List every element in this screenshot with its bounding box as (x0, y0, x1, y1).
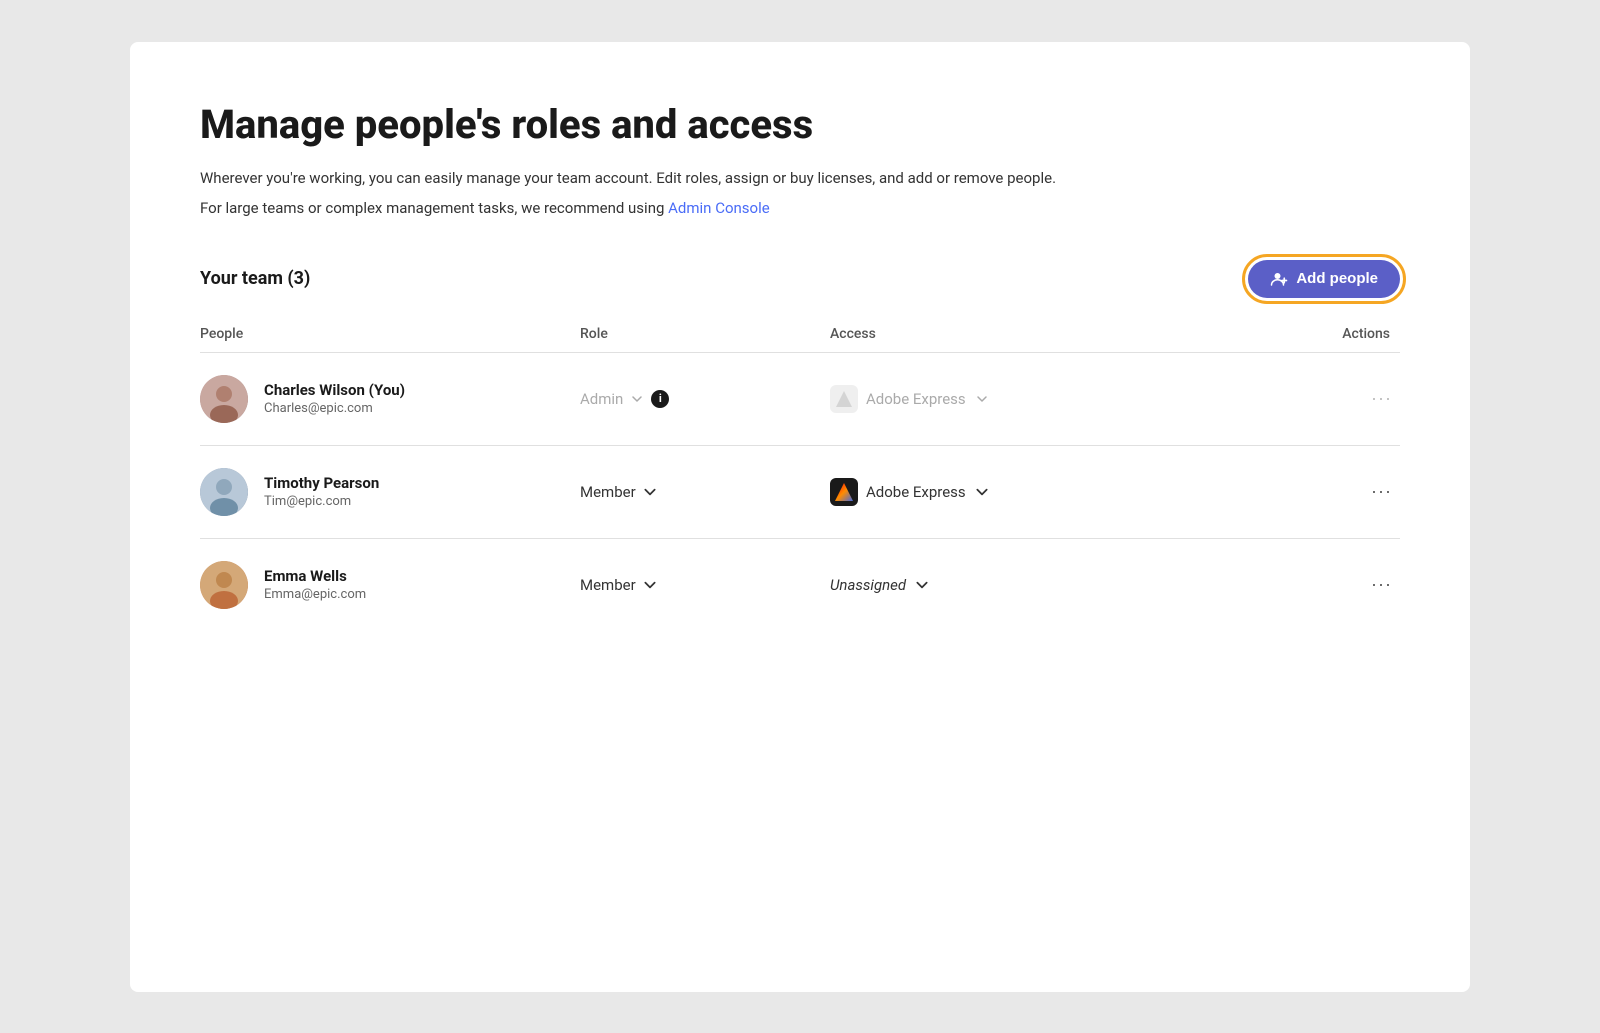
person-name-emma: Emma Wells (264, 567, 366, 585)
role-cell-charles: Admin i (580, 390, 830, 408)
role-cell-emma: Member (580, 576, 830, 594)
access-cell-timothy: Adobe Express (830, 478, 1280, 506)
adobe-express-logo-timothy (830, 478, 858, 506)
person-name-timothy: Timothy Pearson (264, 474, 379, 492)
page-title: Manage people's roles and access (200, 102, 1400, 148)
person-cell-emma: Emma Wells Emma@epic.com (200, 561, 580, 609)
col-role: Role (580, 326, 830, 342)
main-content: Manage people's roles and access Whereve… (130, 42, 1470, 992)
person-name-charles: Charles Wilson (You) (264, 381, 405, 399)
person-info-emma: Emma Wells Emma@epic.com (264, 567, 366, 602)
table-row: Charles Wilson (You) Charles@epic.com Ad… (200, 352, 1400, 445)
role-cell-timothy: Member (580, 483, 830, 501)
adobe-express-logo-charles (830, 385, 858, 413)
person-email-charles: Charles@epic.com (264, 401, 405, 416)
role-text-charles: Admin (580, 390, 623, 408)
person-email-timothy: Tim@epic.com (264, 494, 379, 509)
add-people-button[interactable]: Add people (1248, 260, 1400, 298)
avatar-emma (200, 561, 248, 609)
avatar-timothy (200, 468, 248, 516)
role-text-timothy: Member (580, 483, 636, 501)
chevron-down-icon-emma[interactable] (642, 577, 658, 593)
actions-cell-charles: ··· (1280, 384, 1400, 413)
access-cell-charles: Adobe Express (830, 385, 1280, 413)
chevron-down-icon-access-emma[interactable] (914, 577, 930, 593)
page-description-line2: For large teams or complex management ta… (200, 196, 1400, 220)
actions-cell-timothy: ··· (1280, 477, 1400, 506)
more-actions-button-timothy[interactable]: ··· (1363, 477, 1400, 506)
team-header: Your team (3) Add people (200, 260, 1400, 298)
table-row: Timothy Pearson Tim@epic.com Member (200, 445, 1400, 538)
chevron-down-icon-charles (629, 391, 645, 407)
person-info-charles: Charles Wilson (You) Charles@epic.com (264, 381, 405, 416)
col-access: Access (830, 326, 1280, 342)
access-cell-emma: Unassigned (830, 576, 1280, 594)
chevron-down-icon-access-timothy[interactable] (974, 484, 990, 500)
info-icon-charles[interactable]: i (651, 390, 669, 408)
actions-cell-emma: ··· (1280, 570, 1400, 599)
team-heading: Your team (3) (200, 268, 310, 289)
chevron-down-icon-access-charles (974, 391, 990, 407)
add-person-icon (1270, 270, 1288, 288)
person-info-timothy: Timothy Pearson Tim@epic.com (264, 474, 379, 509)
more-actions-button-emma[interactable]: ··· (1363, 570, 1400, 599)
person-cell-timothy: Timothy Pearson Tim@epic.com (200, 468, 580, 516)
chevron-down-icon-timothy[interactable] (642, 484, 658, 500)
more-actions-button-charles: ··· (1363, 384, 1400, 413)
access-text-timothy: Adobe Express (866, 483, 966, 501)
table-header-row: People Role Access Actions (200, 326, 1400, 352)
table-row: Emma Wells Emma@epic.com Member Unassign… (200, 538, 1400, 631)
col-actions: Actions (1280, 326, 1400, 342)
person-cell-charles: Charles Wilson (You) Charles@epic.com (200, 375, 580, 423)
col-people: People (200, 326, 580, 342)
role-text-emma: Member (580, 576, 636, 594)
avatar-charles (200, 375, 248, 423)
people-table: People Role Access Actions Charles Wilso… (200, 326, 1400, 631)
page-description-line1: Wherever you're working, you can easily … (200, 166, 1400, 190)
access-text-emma: Unassigned (830, 576, 906, 594)
access-text-charles: Adobe Express (866, 390, 966, 408)
admin-console-link[interactable]: Admin Console (668, 199, 770, 217)
person-email-emma: Emma@epic.com (264, 587, 366, 602)
